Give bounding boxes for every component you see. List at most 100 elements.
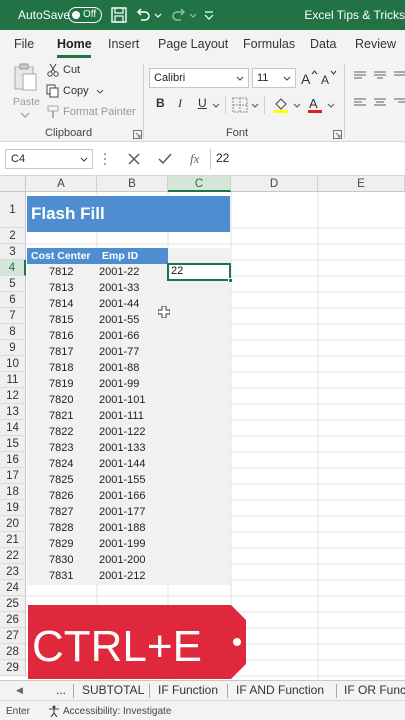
row-header-19[interactable]: 19	[0, 500, 26, 516]
cost-center-cell[interactable]: 7827	[49, 504, 73, 520]
cancel-icon[interactable]	[128, 153, 140, 165]
emp-id-cell[interactable]: 2001-144	[99, 456, 146, 472]
row-header-20[interactable]: 20	[0, 516, 26, 532]
paste-dropdown-icon[interactable]	[20, 112, 30, 118]
row-header-9[interactable]: 9	[0, 340, 26, 356]
bold-button[interactable]: B	[156, 96, 165, 110]
emp-id-cell[interactable]: 2001-22	[99, 264, 139, 280]
sheet-tab-if-and-function[interactable]: IF AND Function	[236, 683, 324, 697]
row-header-8[interactable]: 8	[0, 324, 26, 340]
font-color-dropdown-icon[interactable]	[327, 103, 335, 109]
cost-center-cell[interactable]: 7831	[49, 568, 73, 584]
cost-center-cell[interactable]: 7825	[49, 472, 73, 488]
tab-review[interactable]: Review	[355, 37, 396, 51]
name-box[interactable]: C4	[5, 149, 93, 169]
column-header-d[interactable]: D	[231, 176, 318, 192]
cost-center-cell[interactable]: 7822	[49, 424, 73, 440]
cost-center-cell[interactable]: 7817	[49, 344, 73, 360]
row-header-11[interactable]: 11	[0, 372, 26, 388]
cost-center-cell[interactable]: 7821	[49, 408, 73, 424]
row-header-28[interactable]: 28	[0, 644, 26, 660]
decrease-font-size-icon[interactable]: A	[320, 69, 338, 87]
borders-icon[interactable]	[232, 97, 248, 113]
row-header-7[interactable]: 7	[0, 308, 26, 324]
italic-button[interactable]: I	[178, 96, 182, 111]
emp-id-cell[interactable]: 2001-200	[99, 552, 146, 568]
emp-id-cell[interactable]: 2001-188	[99, 520, 146, 536]
row-header-23[interactable]: 23	[0, 564, 26, 580]
emp-id-cell[interactable]: 2001-212	[99, 568, 146, 584]
emp-id-cell[interactable]: 2001-99	[99, 376, 139, 392]
row-header-24[interactable]: 24	[0, 580, 26, 596]
row-header-10[interactable]: 10	[0, 356, 26, 372]
header-emp-id[interactable]: Emp ID	[98, 248, 168, 264]
fill-handle[interactable]	[228, 278, 233, 283]
font-launcher-icon[interactable]	[333, 130, 342, 139]
increase-font-size-icon[interactable]: A	[300, 69, 318, 87]
row-header-18[interactable]: 18	[0, 484, 26, 500]
cost-center-cell[interactable]: 7814	[49, 296, 73, 312]
tab-file[interactable]: File	[14, 37, 34, 51]
undo-dropdown-icon[interactable]	[153, 6, 163, 24]
autosave-toggle[interactable]: Off	[68, 7, 102, 23]
cost-center-cell[interactable]: 7815	[49, 312, 73, 328]
emp-id-cell[interactable]: 2001-166	[99, 488, 146, 504]
enter-check-icon[interactable]	[158, 153, 172, 165]
tab-page-layout[interactable]: Page Layout	[158, 37, 228, 51]
emp-id-cell[interactable]: 2001-122	[99, 424, 146, 440]
column-header-c[interactable]: C	[168, 176, 231, 192]
cost-center-cell[interactable]: 7816	[49, 328, 73, 344]
cost-center-cell[interactable]: 7830	[49, 552, 73, 568]
alignment-icons[interactable]	[350, 68, 405, 118]
paste-button[interactable]: Paste	[10, 62, 40, 118]
row-header-5[interactable]: 5	[0, 276, 26, 292]
emp-id-cell[interactable]: 2001-177	[99, 504, 146, 520]
borders-dropdown-icon[interactable]	[251, 103, 259, 109]
sheet-tab-if-or-function[interactable]: IF OR Func	[344, 683, 405, 697]
cost-center-cell[interactable]: 7812	[49, 264, 73, 280]
font-color-icon[interactable]: A	[306, 95, 324, 113]
sheet-tab-if-function[interactable]: IF Function	[158, 683, 218, 697]
row-header-3[interactable]: 3	[0, 244, 26, 260]
row-header-13[interactable]: 13	[0, 404, 26, 420]
row-header-12[interactable]: 12	[0, 388, 26, 404]
active-cell-c4[interactable]: 22	[167, 263, 231, 281]
row-header-26[interactable]: 26	[0, 612, 26, 628]
copy-dropdown-icon[interactable]	[96, 89, 104, 95]
row-header-1[interactable]: 1	[0, 192, 26, 228]
column-header-e[interactable]: E	[318, 176, 405, 192]
sheet-tabs-more-button[interactable]: ...	[56, 683, 66, 697]
row-header-29[interactable]: 29	[0, 660, 26, 676]
row-header-15[interactable]: 15	[0, 436, 26, 452]
row-header-2[interactable]: 2	[0, 228, 26, 244]
row-header-4[interactable]: 4	[0, 260, 26, 276]
font-size-select[interactable]: 11	[252, 68, 296, 88]
formula-bar-grip-icon[interactable]	[103, 151, 107, 167]
sheet-tab-subtotal[interactable]: SUBTOTAL	[82, 683, 144, 697]
cost-center-cell[interactable]: 7820	[49, 392, 73, 408]
clipboard-launcher-icon[interactable]	[133, 130, 142, 139]
row-header-6[interactable]: 6	[0, 292, 26, 308]
cost-center-cell[interactable]: 7824	[49, 456, 73, 472]
cost-center-cell[interactable]: 7826	[49, 488, 73, 504]
emp-id-cell[interactable]: 2001-77	[99, 344, 139, 360]
emp-id-cell[interactable]: 2001-111	[99, 408, 144, 424]
tab-formulas[interactable]: Formulas	[243, 37, 295, 51]
fill-color-icon[interactable]	[272, 95, 290, 113]
cost-center-cell[interactable]: 7829	[49, 536, 73, 552]
cost-center-cell[interactable]: 7819	[49, 376, 73, 392]
row-header-16[interactable]: 16	[0, 452, 26, 468]
save-icon[interactable]	[110, 6, 128, 24]
emp-id-cell[interactable]: 2001-133	[99, 440, 146, 456]
column-header-b[interactable]: B	[97, 176, 168, 192]
row-header-14[interactable]: 14	[0, 420, 26, 436]
fill-color-dropdown-icon[interactable]	[293, 103, 301, 109]
cost-center-cell[interactable]: 7823	[49, 440, 73, 456]
emp-id-cell[interactable]: 2001-101	[99, 392, 146, 408]
redo-dropdown-icon[interactable]	[188, 6, 198, 24]
column-header-a[interactable]: A	[26, 176, 97, 192]
customize-qat-icon[interactable]	[203, 6, 215, 24]
row-header-25[interactable]: 25	[0, 596, 26, 612]
font-name-select[interactable]: Calibri	[149, 68, 249, 88]
emp-id-cell[interactable]: 2001-33	[99, 280, 139, 296]
